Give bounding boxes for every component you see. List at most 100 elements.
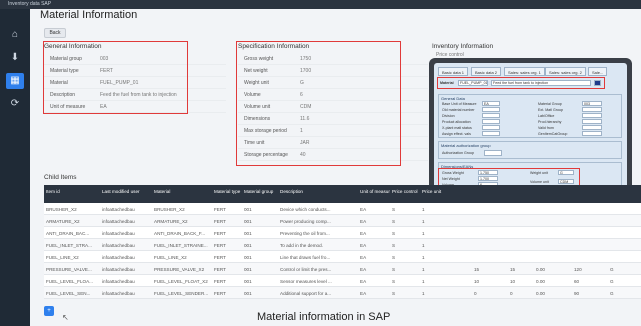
table-cell: S	[392, 242, 396, 248]
table-cell: FERT	[214, 230, 226, 236]
table-cell: 0	[510, 290, 513, 296]
table-cell: 1	[422, 266, 425, 272]
general-field-label: Division	[442, 114, 455, 118]
general-field-input[interactable]	[482, 107, 500, 112]
general-field-right-input[interactable]: 003	[582, 101, 602, 106]
table-header: Item id Last modified user Material Materia…	[44, 185, 641, 203]
general-field-right-input[interactable]	[582, 125, 602, 130]
back-button[interactable]: Back	[44, 28, 66, 38]
table-cell: infoattachedbau	[102, 230, 135, 236]
general-field-right-label: Ext. Matl Group	[538, 108, 563, 112]
table-cell: EA	[360, 290, 367, 296]
table-cell: 1	[422, 242, 425, 248]
table-cell: S	[392, 230, 396, 236]
tab-2[interactable]: Sales: sales org. 1	[504, 67, 545, 76]
table-row[interactable]: FUEL_LEVEL_FLOA... infoattachedbau FUEL_LE…	[44, 275, 641, 287]
table-cell: 1	[422, 254, 425, 260]
table-row[interactable]: ARMATURE_X2 infoattachedbau ARMATURE_X2 FER…	[44, 215, 641, 227]
breadcrumb[interactable]: Inventory data SAP	[8, 1, 51, 7]
column-header[interactable]	[536, 185, 570, 203]
table-cell: EA	[360, 266, 367, 272]
table-cell: 1	[422, 230, 425, 236]
table-cell: S	[392, 206, 396, 212]
mouse-cursor-icon: ↖	[62, 313, 69, 322]
general-field-input[interactable]	[482, 125, 500, 130]
auth-group-title: Material authorization group	[441, 143, 491, 148]
table-row[interactable]: FUEL_LINE_X2 infoattachedbau FUEL_LINE_X2 F…	[44, 251, 641, 263]
table-row[interactable]: PRESSURE_VALVE... infoattachedbau PRESSURE…	[44, 263, 641, 275]
general-field-input[interactable]	[482, 119, 500, 124]
table-cell: 001	[244, 290, 252, 296]
table-cell: Device which conducts...	[280, 206, 331, 212]
table-cell: To add in the demod.	[280, 242, 323, 248]
general-field-right-input[interactable]	[582, 113, 602, 118]
general-field-input[interactable]	[482, 113, 500, 118]
table-cell: PRESSURE_VALVE_X2	[154, 266, 205, 272]
download-icon[interactable]: ⬇	[6, 50, 24, 66]
table-cell: EA	[360, 242, 367, 248]
tab-4[interactable]: Sale...	[588, 67, 608, 76]
column-header[interactable]: Unit of measure	[360, 185, 390, 203]
table-cell: FERT	[214, 206, 226, 212]
column-header[interactable]: Description	[280, 185, 356, 203]
table-row[interactable]: FUEL_INLET_STRA... infoattachedbau FUEL_IN…	[44, 239, 641, 251]
table-cell: FERT	[214, 266, 226, 272]
table-cell: FERT	[214, 242, 226, 248]
table-cell: 001	[244, 266, 252, 272]
general-field-input[interactable]	[482, 131, 500, 136]
tab-0[interactable]: Basic data 1	[438, 67, 469, 76]
table-cell: EA	[360, 206, 367, 212]
column-header[interactable]	[510, 185, 534, 203]
tab-3[interactable]: Sales: sales org. 2	[545, 67, 586, 76]
table-cell: Additional support for a...	[280, 290, 332, 296]
general-field-right-input[interactable]	[582, 107, 602, 112]
table-cell: infoattachedbau	[102, 278, 135, 284]
general-field-input[interactable]: EA	[482, 101, 500, 106]
highlight-general	[43, 41, 188, 114]
column-header[interactable]: Price unit	[422, 185, 450, 203]
table-cell: infoattachedbau	[102, 266, 135, 272]
table-cell: FUEL_LEVEL_FLOA...	[46, 278, 93, 284]
home-icon[interactable]: ⌂	[6, 27, 24, 43]
table-cell: G	[610, 278, 614, 284]
table-cell: 001	[244, 278, 252, 284]
figure-caption: Material information in SAP	[254, 311, 394, 323]
general-field-right-label: Prod.hierarchy	[538, 120, 562, 124]
auth-field[interactable]	[484, 150, 502, 156]
table-cell: BRUSHER_X2	[154, 206, 185, 212]
column-header[interactable]: Material type	[214, 185, 242, 203]
table-cell: 1	[422, 290, 425, 296]
table-cell: 0	[474, 290, 477, 296]
column-header[interactable]: Last modified user	[102, 185, 150, 203]
general-field-label: Old material number	[442, 108, 475, 112]
table-cell: Sensor measures level ...	[280, 278, 332, 284]
table-cell: 1	[422, 278, 425, 284]
column-header[interactable]: Price control	[392, 185, 420, 203]
table-cell: Control or limit the pres...	[280, 266, 332, 272]
inventory-info-title: Inventory Information	[432, 43, 494, 50]
general-field-label: X-plant matl status	[442, 126, 472, 130]
table-cell: 10	[474, 278, 480, 284]
general-field-right-input[interactable]	[582, 119, 602, 124]
column-header[interactable]	[610, 185, 638, 203]
table-row[interactable]: FUEL_LEVEL_SEN... infoattachedbau FUEL_LEV…	[44, 287, 641, 299]
column-header[interactable]: Item id	[46, 185, 98, 203]
refresh-icon[interactable]: ⟳	[6, 96, 24, 112]
table-row[interactable]: ANTI_DRAIN_BAC... infoattachedbau ANTI_DRA…	[44, 227, 641, 239]
column-header[interactable]	[474, 185, 504, 203]
table-row[interactable]: BRUSHER_X2 infoattachedbau BRUSHER_X2 FERT 0…	[44, 203, 641, 215]
column-header[interactable]: Material	[154, 185, 210, 203]
table-cell: 1	[422, 206, 425, 212]
tab-1[interactable]: Basic data 2	[471, 67, 502, 76]
column-header[interactable]	[574, 185, 604, 203]
grid-icon[interactable]: ▦	[6, 73, 24, 89]
app-root: Inventory data SAP ⌂ ⬇ ▦ ⟳ Material Info…	[0, 0, 641, 326]
add-button[interactable]: +	[44, 306, 54, 316]
table-cell: 001	[244, 254, 252, 260]
table-cell: S	[392, 254, 396, 260]
table-cell: FUEL_LEVEL_SEN...	[46, 290, 91, 296]
table-cell: Power producing comp...	[280, 218, 331, 224]
general-field-right-input[interactable]	[582, 131, 602, 136]
table-cell: EA	[360, 218, 367, 224]
column-header[interactable]: Material group	[244, 185, 278, 203]
